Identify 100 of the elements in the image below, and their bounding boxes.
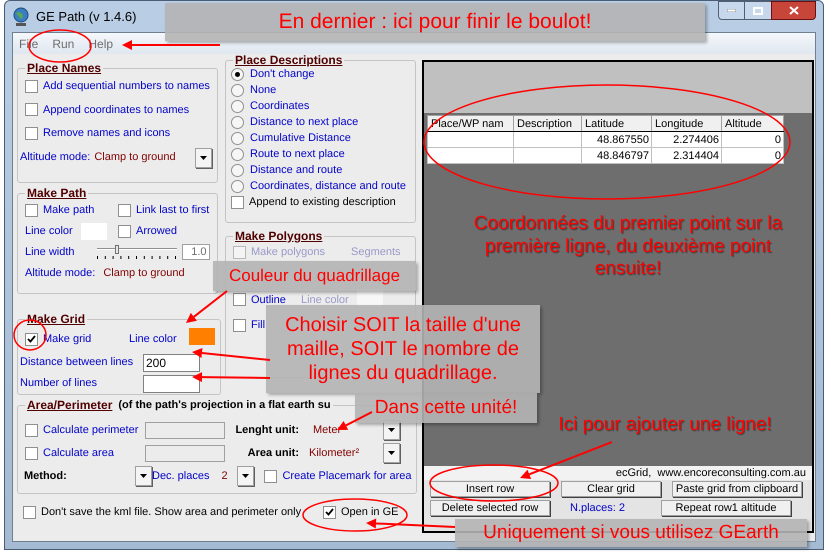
caret-down-icon [388, 451, 395, 455]
caret-down-icon [242, 474, 250, 478]
annotation-text: Ici pour ajouter une ligne! [557, 412, 773, 437]
checkbox-label: Remove names and icons [43, 126, 170, 141]
radio-label: Coordinates, distance and route [250, 180, 406, 193]
radio-button[interactable] [231, 68, 244, 81]
field-label: Segments [351, 245, 401, 260]
minimize-icon [727, 9, 736, 12]
table-cell [514, 132, 582, 148]
field-label: Area unit: [248, 446, 299, 459]
checkbox[interactable] [264, 470, 278, 482]
checkbox[interactable] [323, 506, 336, 519]
grid-button[interactable]: Insert row [430, 481, 550, 497]
annotation-box: Uniquement si vous utilisez GEarth [455, 519, 807, 547]
minimize-button[interactable] [718, 1, 745, 20]
caret-down-icon [200, 156, 207, 160]
field-label: Method: [24, 470, 67, 482]
table-cell: 0 [722, 132, 784, 148]
line-width-field[interactable]: 1.0 [182, 244, 210, 260]
radio-label: Distance to next place [250, 116, 358, 129]
dropdown-button[interactable] [195, 148, 212, 168]
table-cell [514, 148, 582, 164]
radio-button[interactable] [231, 164, 244, 177]
checkbox[interactable] [25, 126, 38, 140]
checkbox[interactable] [118, 224, 131, 238]
column-header[interactable]: Altitude [722, 116, 784, 132]
section-title: Make Path [26, 186, 88, 200]
checkbox[interactable] [25, 204, 38, 217]
checkbox[interactable] [118, 204, 131, 217]
dropdown-button[interactable] [135, 466, 152, 486]
radio-label: Cumulative Distance [250, 132, 351, 145]
field-value: Clamp to ground [103, 266, 185, 281]
dropdown-button[interactable] [237, 466, 254, 486]
checkbox[interactable] [25, 424, 38, 436]
grid-button[interactable]: Clear grid [561, 481, 661, 497]
maximize-button[interactable] [745, 1, 771, 20]
perimeter-field[interactable] [145, 422, 225, 438]
radio-button[interactable] [231, 148, 244, 161]
grid-button[interactable]: Repeat row1 altitude [661, 500, 791, 516]
checkbox-label: Append coordinates to names [43, 102, 190, 118]
radio-button[interactable] [231, 84, 244, 97]
checkbox-label: Outline [251, 292, 286, 308]
dropdown-button[interactable] [383, 443, 400, 463]
checkbox[interactable] [25, 80, 38, 93]
area-field[interactable] [145, 444, 225, 462]
table-cell: 48.867550 [582, 132, 652, 148]
field-label: Number of lines [20, 377, 98, 390]
checkbox-label: Arrowed [136, 224, 177, 239]
checkbox-label: Fill [251, 318, 266, 333]
checkbox-label: Make path [43, 203, 94, 218]
table-cell: 0 [722, 148, 784, 164]
radio-label: Distance and route [250, 164, 342, 177]
field-label: Line color [301, 292, 349, 308]
checkbox-label: Link last to first [136, 203, 210, 218]
checkbox-label: Calculate area [43, 446, 114, 461]
field-label: Altitude mode: [20, 150, 90, 166]
number-of-lines-field[interactable] [143, 374, 200, 392]
field-value: Kilometer² [309, 446, 360, 459]
radio-button[interactable] [231, 180, 244, 193]
radio-label: None [250, 84, 276, 97]
annotation-box: Choisir SOIT la taille d'une maille, SOIT le nombre de lignes du quadrillage. [266, 305, 540, 393]
radio-label: Don't change [250, 68, 314, 81]
radio-button[interactable] [231, 100, 244, 113]
column-header[interactable]: Latitude [582, 116, 652, 132]
annotation-box: Couleur du quadrillage [213, 261, 416, 291]
checkbox-label: Append to existing description [249, 196, 396, 209]
color-swatch[interactable] [188, 328, 215, 345]
grid-button[interactable]: Delete selected row [430, 500, 550, 516]
column-header[interactable]: Longitude [652, 116, 722, 132]
radio-button[interactable] [231, 116, 244, 129]
checkbox[interactable] [25, 103, 38, 116]
field-label: Line width [25, 244, 75, 260]
checkbox[interactable] [231, 196, 244, 209]
field-label: Distance between lines [20, 356, 134, 368]
radio-button[interactable] [231, 132, 244, 145]
menu-item[interactable]: Run [52, 34, 74, 52]
slider-thumb[interactable] [115, 244, 120, 254]
slider-track[interactable] [96, 244, 177, 259]
checkbox-label: Add sequential numbers to names [43, 79, 210, 94]
field-value: Clamp to ground [94, 150, 176, 166]
checkbox-label: Create Placemark for area [282, 468, 412, 484]
section-title: Make Polygons [234, 229, 324, 243]
table-cell: 2.274406 [652, 132, 722, 148]
distance-field[interactable]: 200 [143, 354, 200, 372]
table-cell: 2.314404 [652, 148, 722, 164]
column-header[interactable]: Description [514, 116, 582, 132]
section-title: Place Names [26, 61, 102, 75]
grid-button[interactable]: Paste grid from clipboard [672, 481, 802, 497]
places-count: N.places: 2 [570, 501, 626, 515]
field-label: Altitude mode: [25, 266, 96, 281]
table-cell: 48.846797 [582, 148, 652, 164]
close-button[interactable] [771, 1, 816, 20]
checkbox[interactable] [23, 506, 36, 519]
globe-icon [12, 6, 30, 26]
checkbox[interactable] [25, 446, 38, 460]
radio-label: Route to next place [250, 148, 345, 161]
checkbox[interactable] [25, 332, 38, 346]
field-value: 2 [221, 470, 228, 482]
annotation-box: Dans cette unité! [355, 393, 537, 423]
field-label: Line color [129, 332, 177, 347]
